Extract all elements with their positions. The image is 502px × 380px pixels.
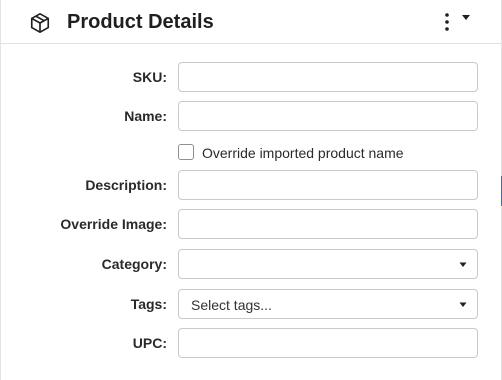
kebab-menu-icon[interactable]	[439, 12, 455, 32]
name-input[interactable]	[178, 101, 478, 131]
override-name-label: Override imported product name	[202, 145, 404, 161]
category-label: Category:	[101, 256, 167, 272]
override-image-row: Override Image:	[1, 209, 502, 239]
tags-select[interactable]: Select tags...	[178, 289, 478, 319]
override-image-label: Override Image:	[60, 216, 167, 232]
caret-down-icon[interactable]	[461, 14, 471, 22]
upc-input[interactable]	[178, 328, 478, 358]
tags-placeholder: Select tags...	[191, 297, 272, 313]
chevron-down-icon	[459, 262, 467, 267]
page-title: Product Details	[67, 11, 214, 33]
description-row: Description:	[1, 170, 502, 200]
panel-header: Product Details	[1, 0, 502, 44]
name-row: Name:	[1, 101, 502, 131]
upc-row: UPC:	[1, 328, 502, 358]
sku-input[interactable]	[178, 62, 478, 92]
override-image-input[interactable]	[178, 209, 478, 239]
box-icon	[30, 13, 50, 33]
sku-row: SKU:	[1, 62, 502, 92]
sku-label: SKU:	[132, 69, 167, 85]
upc-label: UPC:	[132, 335, 167, 351]
tags-row: Tags: Select tags...	[1, 289, 502, 319]
override-name-checkbox[interactable]	[178, 144, 194, 160]
category-select[interactable]	[178, 249, 478, 279]
chevron-down-icon	[459, 302, 467, 307]
category-row: Category:	[1, 249, 502, 279]
description-input[interactable]	[178, 170, 478, 200]
description-label: Description:	[85, 177, 167, 193]
tags-label: Tags:	[130, 296, 167, 312]
override-name-row: Override imported product name	[1, 142, 502, 164]
name-label: Name:	[124, 108, 167, 124]
product-details-panel: Product Details SKU: Name: Override impo…	[0, 0, 502, 380]
